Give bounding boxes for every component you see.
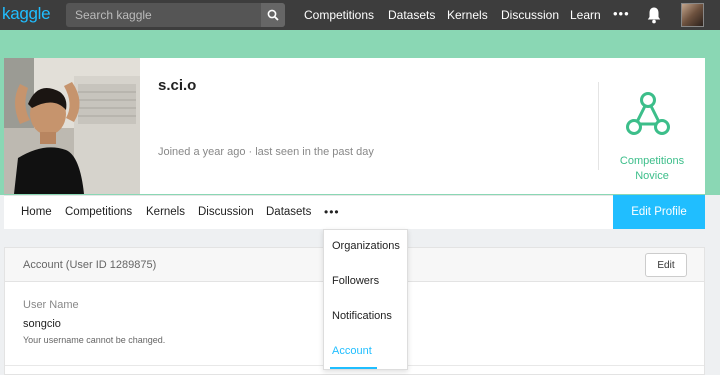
- top-navbar: kaggle Competitions Datasets Kernels Dis…: [0, 0, 720, 30]
- active-menu-indicator: [330, 367, 377, 369]
- tab-competitions[interactable]: Competitions: [65, 206, 132, 218]
- profile-joined-text: Joined a year ago · last seen in the pas…: [158, 146, 374, 158]
- search-icon: [267, 9, 279, 21]
- user-avatar[interactable]: [681, 3, 704, 27]
- profile-username: s.ci.o: [158, 77, 197, 94]
- username-help-text: Your username cannot be changed.: [23, 335, 166, 345]
- nav-datasets[interactable]: Datasets: [388, 8, 435, 22]
- notifications-bell-icon[interactable]: [646, 6, 662, 24]
- tab-home[interactable]: Home: [21, 206, 52, 218]
- search-box: [66, 3, 285, 27]
- nav-learn[interactable]: Learn: [570, 8, 601, 22]
- edit-account-button[interactable]: Edit: [645, 253, 687, 277]
- tab-discussion[interactable]: Discussion: [198, 206, 254, 218]
- nav-discussion[interactable]: Discussion: [501, 8, 559, 22]
- competitions-tier-icon: [626, 92, 670, 135]
- nav-kernels[interactable]: Kernels: [447, 8, 488, 22]
- tab-kernels[interactable]: Kernels: [146, 206, 185, 218]
- menu-item-followers[interactable]: Followers: [332, 275, 379, 287]
- account-title: Account (User ID 1289875): [23, 259, 157, 271]
- tier-label: Competitions Novice: [604, 154, 700, 184]
- tab-datasets[interactable]: Datasets: [266, 206, 311, 218]
- nav-more-button[interactable]: •••: [613, 6, 630, 21]
- tier-category: Competitions: [619, 155, 685, 167]
- username-label: User Name: [23, 299, 79, 311]
- edit-profile-button[interactable]: Edit Profile: [613, 195, 705, 229]
- username-value: songcio: [23, 318, 61, 330]
- kaggle-logo[interactable]: kaggle: [2, 4, 51, 24]
- divider: [598, 82, 599, 170]
- profile-photo: [4, 58, 140, 194]
- menu-item-organizations[interactable]: Organizations: [332, 240, 400, 252]
- tab-more-button[interactable]: •••: [324, 205, 340, 219]
- profile-card: s.ci.o Joined a year ago · last seen in …: [4, 58, 705, 194]
- profile-tabs: Home Competitions Kernels Discussion Dat…: [4, 195, 705, 229]
- nav-competitions[interactable]: Competitions: [304, 8, 374, 22]
- menu-item-account[interactable]: Account: [332, 345, 372, 357]
- menu-item-notifications[interactable]: Notifications: [332, 310, 392, 322]
- tier-level: Novice: [635, 170, 669, 182]
- search-input[interactable]: [66, 3, 256, 27]
- search-button[interactable]: [261, 3, 285, 27]
- more-dropdown-menu: Organizations Followers Notifications Ac…: [323, 229, 408, 370]
